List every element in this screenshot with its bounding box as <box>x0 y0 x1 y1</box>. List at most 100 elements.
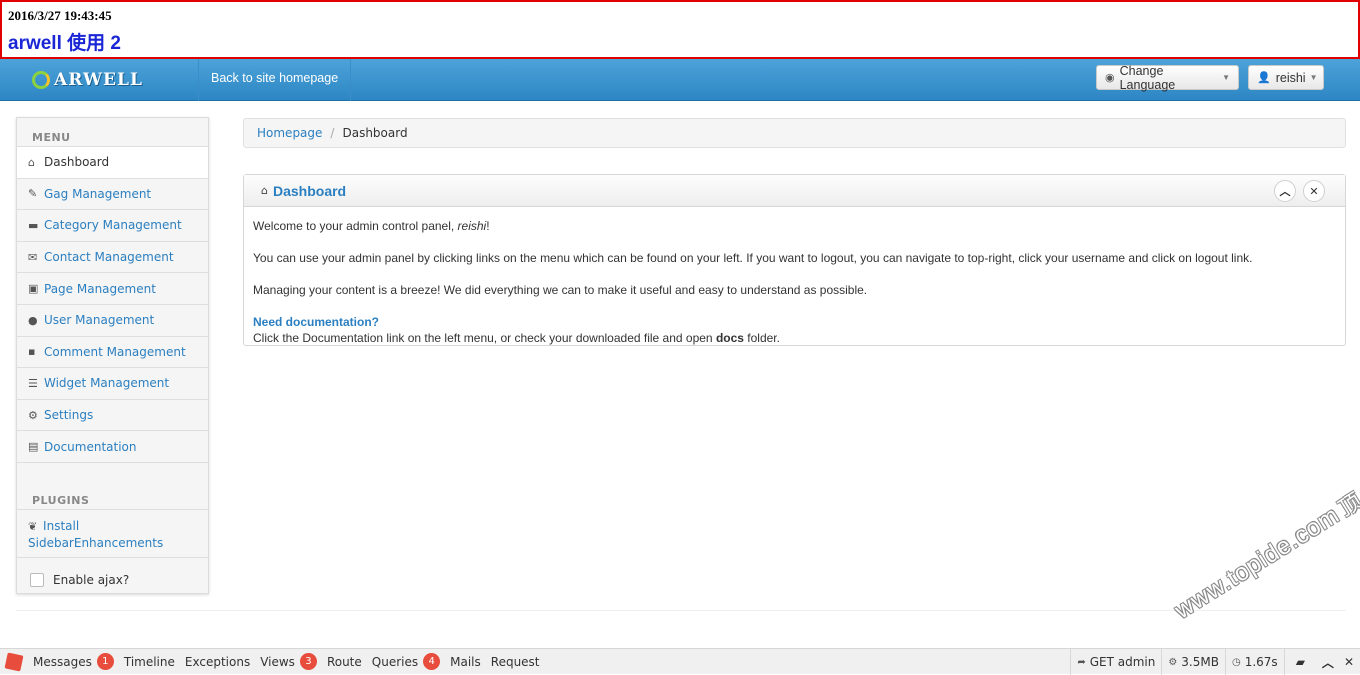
plugin-item-install-sidebarenhancements[interactable]: ❦ Install SidebarEnhancements <box>17 508 208 557</box>
book-icon: ▤ <box>28 440 39 454</box>
sidebar: MENU ⌂ Dashboard ✎ Gag Management ▬ Cate… <box>16 117 209 594</box>
debug-bar: Messages 1 Timeline Exceptions Views 3 R… <box>0 648 1360 675</box>
user-icon: ● <box>28 313 38 327</box>
enable-ajax-label: Enable ajax? <box>53 573 130 588</box>
brand-logo[interactable]: ARWELL <box>32 67 143 93</box>
debug-tab-queries[interactable]: Queries 4 <box>367 653 445 670</box>
debug-request-info[interactable]: ➦ GET admin <box>1070 649 1161 675</box>
change-language-button[interactable]: ◉ Change Language ▼ <box>1096 63 1239 92</box>
nav-divider <box>350 59 351 101</box>
debug-tab-badge: 4 <box>423 653 441 670</box>
sidebar-item-label: Gag Management <box>44 186 152 201</box>
user-menu-button[interactable]: 👤 reishi ▼ <box>1248 65 1324 90</box>
breadcrumb-current: Dashboard <box>342 126 408 140</box>
doc-folder-name: docs <box>715 331 744 345</box>
sidebar-item-label: Comment Management <box>44 344 186 359</box>
sidebar-item-label: Page Management <box>44 281 156 296</box>
banner-timestamp: 2016/3/27 19:43:45 <box>8 8 112 23</box>
caret-down-icon: ▼ <box>1222 73 1230 82</box>
globe-icon: ◉ <box>1105 72 1115 84</box>
debug-tab-label: Queries <box>371 654 419 669</box>
enable-ajax-row[interactable]: Enable ajax? <box>17 556 208 603</box>
debug-tab-mails[interactable]: Mails <box>445 655 486 669</box>
banner-title: arwell 使用 2 <box>8 33 121 54</box>
debug-tab-label: Messages <box>33 654 92 669</box>
folder-open-icon: ▰ <box>1295 655 1305 669</box>
debug-open-button[interactable]: ▰ <box>1283 649 1316 675</box>
sidebar-item-page-management[interactable]: ▣ Page Management <box>17 272 208 304</box>
sidebar-item-label: Documentation <box>44 439 137 454</box>
clock-icon: ◷ <box>1231 656 1241 668</box>
plugin-item-line2: SidebarEnhancements <box>28 535 164 550</box>
menu-header: MENU <box>32 131 71 144</box>
debug-tab-label: Request <box>490 654 540 669</box>
debug-tab-timeline[interactable]: Timeline <box>119 655 180 669</box>
back-to-site-link[interactable]: Back to site homepage <box>211 71 338 85</box>
collapse-panel-button[interactable]: ︿ <box>1274 180 1296 202</box>
welcome-username: reishi <box>457 219 487 233</box>
debug-tab-route[interactable]: Route <box>322 655 367 669</box>
watermark: www.topide.com顶点网 <box>1168 459 1360 625</box>
breadcrumb: Homepage / Dashboard <box>243 118 1346 148</box>
folder-open-icon: ▬ <box>28 218 39 232</box>
footer-divider <box>16 610 1346 611</box>
debug-time-label: 1.67s <box>1244 655 1278 669</box>
panel-header: ⌂ Dashboard ︿ ✕ <box>244 175 1345 207</box>
debug-tab-messages[interactable]: Messages 1 <box>28 653 119 670</box>
home-icon: ⌂ <box>28 155 35 169</box>
logo-ring-icon <box>32 71 50 89</box>
sidebar-item-dashboard[interactable]: ⌂ Dashboard <box>17 146 208 178</box>
panel-title: Dashboard <box>272 182 347 199</box>
debug-minimize-button[interactable]: ︿ <box>1316 654 1340 671</box>
sidebar-item-documentation[interactable]: ▤ Documentation <box>17 430 208 462</box>
sidebar-item-gag-management[interactable]: ✎ Gag Management <box>17 177 208 210</box>
sidebar-item-comment-management[interactable]: ▪ Comment Management <box>17 335 208 368</box>
doc-suffix: folder. <box>743 331 780 345</box>
debug-tab-request[interactable]: Request <box>486 655 545 669</box>
sidebar-item-label: Widget Management <box>44 376 170 391</box>
sidebar-item-settings[interactable]: ⚙ Settings <box>17 398 208 431</box>
plugin-item-line1: Install <box>43 518 80 533</box>
change-language-label: Change Language <box>1119 63 1176 92</box>
welcome-text: Welcome to your admin control panel, rei… <box>253 218 1336 234</box>
sidebar-item-label: Category Management <box>44 218 182 233</box>
list-icon: ☰ <box>28 376 38 390</box>
debugbar-status: ➦ GET admin ⚙ 3.5MB ◷ 1.67s ▰ ︿ ✕ <box>1070 649 1360 675</box>
debug-tab-badge: 3 <box>299 653 317 670</box>
sidebar-divider <box>17 461 208 473</box>
home-icon: ⌂ <box>261 184 268 197</box>
cog-icon: ⚙ <box>28 408 38 422</box>
breeze-text: Managing your content is a breeze! We di… <box>253 283 868 297</box>
sidebar-item-label: User Management <box>44 313 155 328</box>
enable-ajax-checkbox[interactable] <box>30 573 44 588</box>
sidebar-item-contact-management[interactable]: ✉ Contact Management <box>17 240 208 273</box>
top-navbar: ARWELL Back to site homepage ◉ Change La… <box>0 59 1360 101</box>
sidebar-item-widget-management[interactable]: ☰ Widget Management <box>17 367 208 399</box>
debug-tab-badge: 1 <box>96 653 114 670</box>
need-documentation-heading: Need documentation? <box>253 315 380 329</box>
instructions-text: You can use your admin panel by clicking… <box>253 251 1253 265</box>
debug-tab-exceptions[interactable]: Exceptions <box>180 655 255 669</box>
cogs-icon: ⚙ <box>1168 656 1178 668</box>
debug-tab-views[interactable]: Views 3 <box>255 653 322 670</box>
sidebar-item-category-management[interactable]: ▬ Category Management <box>17 209 208 241</box>
briefcase-icon: ▣ <box>28 282 39 296</box>
breadcrumb-separator: / <box>330 126 335 140</box>
documentation-text: Click the Documentation link on the left… <box>253 330 1336 346</box>
share-icon: ➦ <box>1077 656 1086 668</box>
debug-tab-label: Exceptions <box>184 654 251 669</box>
debug-tab-label: Timeline <box>123 654 175 669</box>
sidebar-item-user-management[interactable]: ● User Management <box>17 303 208 336</box>
welcome-suffix: ! <box>486 219 490 233</box>
caret-down-icon: ▼ <box>1309 73 1318 82</box>
doc-prefix: Click the Documentation link on the left… <box>253 331 716 345</box>
debug-tab-label: Route <box>326 654 362 669</box>
breadcrumb-home-link[interactable]: Homepage <box>257 126 322 140</box>
close-panel-button[interactable]: ✕ <box>1303 180 1325 202</box>
welcome-prefix: Welcome to your admin control panel, <box>253 219 458 233</box>
sidebar-item-label: Settings <box>44 408 94 423</box>
debug-close-button[interactable]: ✕ <box>1340 655 1360 669</box>
panel-body: Welcome to your admin control panel, rei… <box>244 207 1345 357</box>
debugbar-logo-icon[interactable] <box>0 649 28 675</box>
logo-text: ARWELL <box>54 70 143 90</box>
